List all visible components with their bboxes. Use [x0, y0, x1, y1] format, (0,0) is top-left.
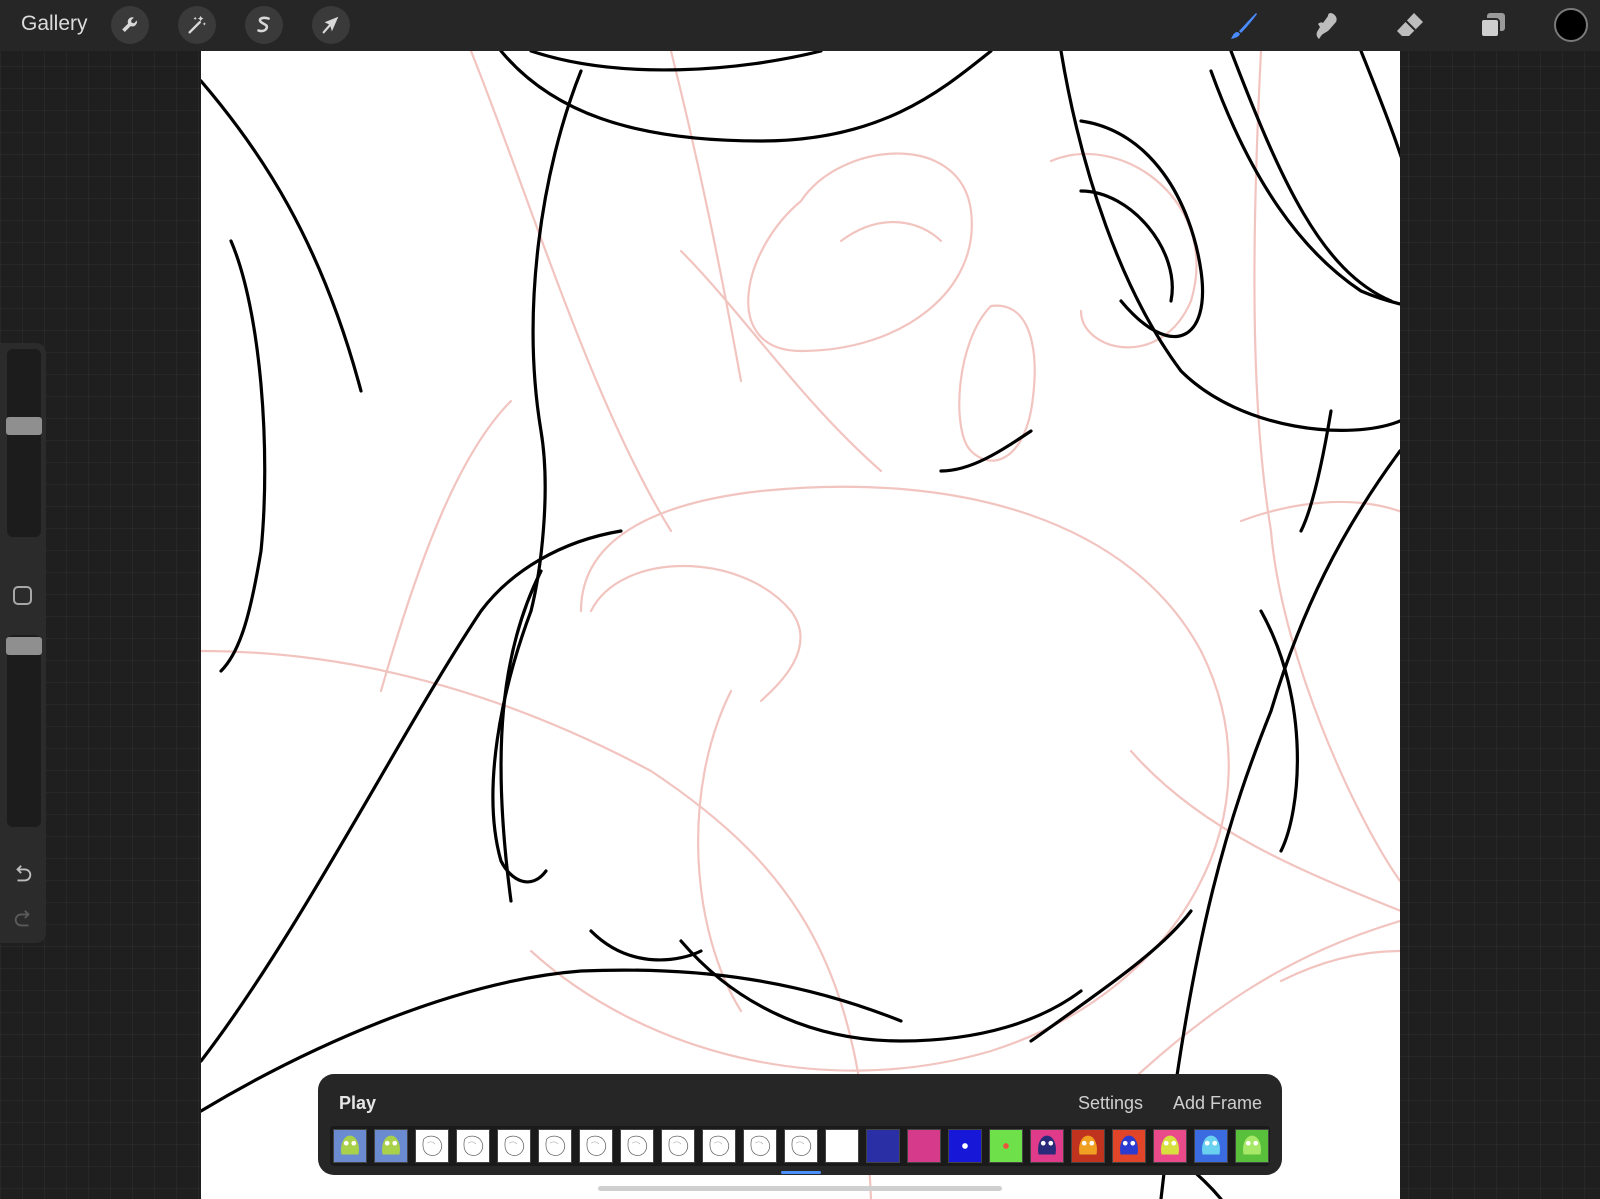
frame-thumbnail[interactable]: [866, 1129, 900, 1163]
frame-thumbnail[interactable]: [620, 1129, 654, 1163]
top-toolbar: Gallery: [0, 0, 1600, 51]
smudge-button[interactable]: [1309, 8, 1345, 44]
frame-strip: [330, 1126, 1270, 1166]
adjustments-button[interactable]: [178, 6, 216, 44]
home-indicator: [598, 1186, 1002, 1191]
modify-square-icon[interactable]: [13, 586, 32, 605]
sketch-drawing: [201, 51, 1400, 1199]
color-picker-button[interactable]: [1554, 8, 1588, 42]
brush-button[interactable]: [1226, 8, 1262, 44]
frame-thumbnail[interactable]: [907, 1129, 941, 1163]
layers-icon: [1480, 13, 1505, 38]
frame-thumbnail[interactable]: [743, 1129, 777, 1163]
frame-thumbnail[interactable]: [1235, 1129, 1269, 1163]
selection-icon: [257, 16, 270, 33]
play-button[interactable]: Play: [339, 1093, 376, 1114]
frame-thumbnail[interactable]: [825, 1129, 859, 1163]
actions-button[interactable]: [111, 6, 149, 44]
brush-size-slider[interactable]: [6, 349, 42, 537]
frame-thumbnail[interactable]: [1112, 1129, 1146, 1163]
frame-thumbnail[interactable]: [497, 1129, 531, 1163]
eraser-button[interactable]: [1392, 8, 1428, 44]
selection-button[interactable]: [245, 6, 283, 44]
frame-thumbnail[interactable]: [579, 1129, 613, 1163]
current-frame-indicator: [781, 1171, 821, 1174]
eraser-icon: [1397, 13, 1423, 36]
left-sidebar: [0, 343, 46, 943]
frame-thumbnail[interactable]: [456, 1129, 490, 1163]
frame-thumbnail[interactable]: [784, 1129, 818, 1163]
frame-thumbnail[interactable]: [661, 1129, 695, 1163]
wrench-icon: [122, 17, 137, 32]
frame-thumbnail[interactable]: [1194, 1129, 1228, 1163]
frame-thumbnail[interactable]: [415, 1129, 449, 1163]
drawing-canvas[interactable]: [201, 51, 1400, 1199]
frame-thumbnail[interactable]: [948, 1129, 982, 1163]
brush-icon: [1231, 13, 1257, 39]
animation-timeline: Play Settings Add Frame: [318, 1074, 1282, 1175]
frame-thumbnail[interactable]: [374, 1129, 408, 1163]
frame-thumbnail[interactable]: [333, 1129, 367, 1163]
undo-icon[interactable]: [12, 863, 34, 885]
transform-arrow-icon: [322, 16, 339, 34]
settings-button[interactable]: Settings: [1078, 1093, 1143, 1114]
smudge-icon: [1316, 13, 1337, 39]
layers-button[interactable]: [1475, 8, 1511, 44]
transform-button[interactable]: [312, 6, 350, 44]
opacity-thumb[interactable]: [6, 637, 42, 655]
frame-thumbnail[interactable]: [1153, 1129, 1187, 1163]
redo-icon[interactable]: [12, 908, 34, 930]
magic-wand-icon: [188, 15, 206, 34]
frame-thumbnail[interactable]: [702, 1129, 736, 1163]
add-frame-button[interactable]: Add Frame: [1173, 1093, 1262, 1114]
frame-thumbnail[interactable]: [1030, 1129, 1064, 1163]
opacity-slider[interactable]: [6, 635, 42, 827]
frame-thumbnail[interactable]: [989, 1129, 1023, 1163]
frame-thumbnail[interactable]: [538, 1129, 572, 1163]
gallery-button[interactable]: Gallery: [21, 12, 88, 36]
brush-size-thumb[interactable]: [6, 417, 42, 435]
frame-thumbnail[interactable]: [1071, 1129, 1105, 1163]
